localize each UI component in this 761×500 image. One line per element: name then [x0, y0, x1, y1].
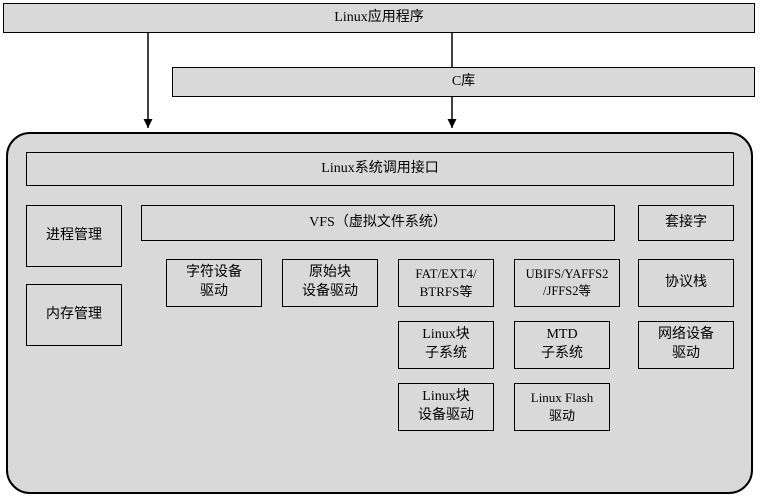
blkdrv-label: Linux块 设备驱动	[418, 388, 474, 426]
blksub-label: Linux块 子系统	[422, 326, 469, 364]
flashfs-box: UBIFS/YAFFS2 /JFFS2等	[514, 259, 620, 307]
char-label: 字符设备 驱动	[186, 264, 242, 302]
mtd-box: MTD 子系统	[514, 321, 610, 369]
netdev-label: 网络设备 驱动	[658, 326, 714, 364]
fs-label: FAT/EXT4/ BTRFS等	[415, 265, 476, 300]
socket-label: 套接字	[665, 214, 707, 233]
flashdrv-label: Linux Flash 驱动	[531, 389, 593, 424]
fs-box: FAT/EXT4/ BTRFS等	[398, 259, 494, 307]
blksub-box: Linux块 子系统	[398, 321, 494, 369]
vfs-label: VFS（虚拟文件系统）	[309, 214, 447, 233]
socket-box: 套接字	[638, 205, 734, 241]
proto-box: 协议栈	[638, 259, 734, 307]
proc-box: 进程管理	[26, 205, 122, 267]
vfs-box: VFS（虚拟文件系统）	[141, 205, 615, 241]
mtd-label: MTD 子系统	[541, 326, 583, 364]
blkdrv-box: Linux块 设备驱动	[398, 383, 494, 431]
flashdrv-box: Linux Flash 驱动	[514, 383, 610, 431]
rawblk-label: 原始块 设备驱动	[302, 264, 358, 302]
char-box: 字符设备 驱动	[166, 259, 262, 307]
syscall-box: Linux系统调用接口	[26, 152, 734, 186]
rawblk-box: 原始块 设备驱动	[282, 259, 378, 307]
proc-label: 进程管理	[46, 227, 102, 246]
flashfs-label: UBIFS/YAFFS2 /JFFS2等	[526, 266, 609, 300]
mem-box: 内存管理	[26, 284, 122, 346]
proto-label: 协议栈	[665, 274, 707, 293]
arrow-app-to-kernel	[0, 0, 761, 140]
mem-label: 内存管理	[46, 306, 102, 325]
syscall-label: Linux系统调用接口	[321, 160, 438, 179]
netdev-box: 网络设备 驱动	[638, 321, 734, 369]
